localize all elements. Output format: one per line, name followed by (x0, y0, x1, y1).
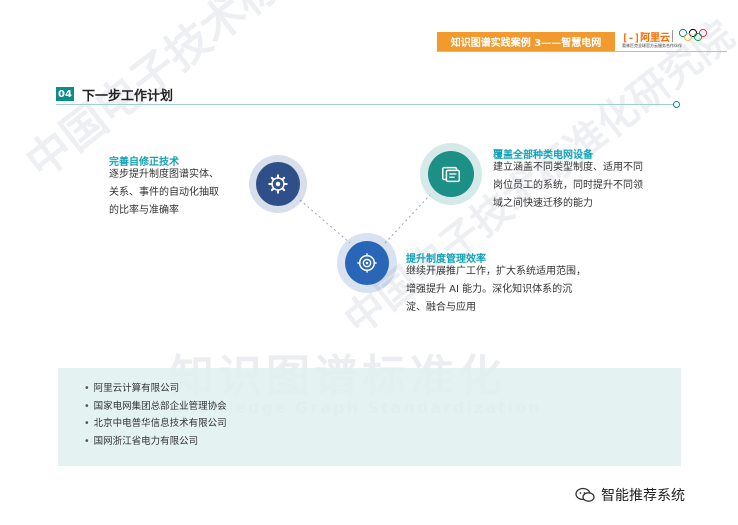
participating-companies-box: 阿里云计算有限公司 国家电网集团总部企业管理协会 北京中电普华信息技术有限公司 … (58, 368, 681, 466)
wechat-account-name: 智能推荐系统 (601, 488, 685, 504)
plan-3-line: 增强提升 AI 能力。深化知识体系的沉 (406, 284, 573, 295)
plan-1-icon-badge (249, 155, 307, 213)
plan-1-line: 关系、事件的自动化抽取 (109, 187, 219, 198)
device-icon (442, 166, 460, 183)
plan-3-line: 继续开展推广工作，扩大系统适用范围， (406, 266, 586, 277)
company-item: 国网浙江省电力有限公司 (84, 433, 681, 451)
target-icon (357, 253, 377, 273)
company-item: 国家电网集团总部企业管理协会 (84, 398, 681, 416)
plan-3-line: 淀、融合与应用 (406, 302, 476, 313)
wechat-icon (575, 487, 595, 502)
plan-3-icon-badge (337, 233, 397, 293)
plan-2-description: 建立涵盖不同类型制度、适用不同 岗位员工的系统，同时提升不同领 域之间快速迁移的… (493, 159, 683, 213)
plan-1-line: 的比率与准确率 (109, 205, 179, 216)
plan-1-line: 逐步提升制度图谱实体、 (109, 169, 219, 180)
plan-2-line: 岗位员工的系统，同时提升不同领 (493, 180, 643, 191)
company-item: 阿里云计算有限公司 (84, 380, 681, 398)
plan-2-icon-badge (420, 143, 482, 205)
gear-icon (268, 174, 288, 194)
plan-2-line: 建立涵盖不同类型制度、适用不同 (493, 162, 643, 173)
company-item: 北京中电普华信息技术有限公司 (84, 415, 681, 433)
plan-3-description: 继续开展推广工作，扩大系统适用范围， 增强提升 AI 能力。深化知识体系的沉 淀… (406, 263, 606, 317)
wechat-account-footer: 智能推荐系统 (575, 485, 685, 505)
plan-2-line: 域之间快速迁移的能力 (493, 198, 593, 209)
plan-1-description: 逐步提升制度图谱实体、 关系、事件的自动化抽取 的比率与准确率 (109, 166, 249, 220)
